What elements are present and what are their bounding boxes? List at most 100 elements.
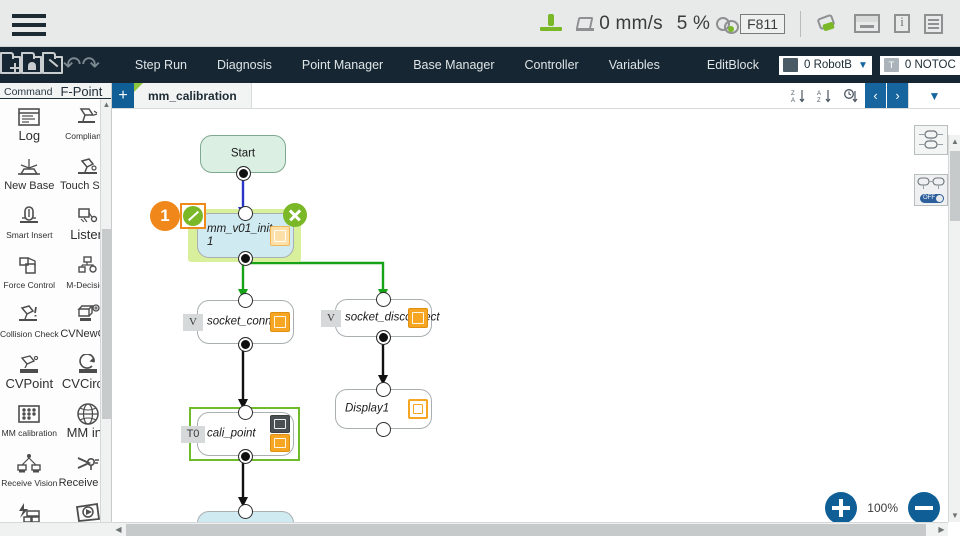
scroll-down-icon[interactable]: ▼ [949,509,960,522]
menu-base-manager[interactable]: Base Manager [398,58,509,72]
chevron-down-icon: ▼ [857,59,868,71]
zoom-out-icon[interactable] [908,492,940,524]
menu-step-run[interactable]: Step Run [120,58,202,72]
next-tab-button[interactable]: › [886,83,908,108]
smart-insert-icon [14,202,44,230]
menu-variables[interactable]: Variables [594,58,675,72]
status-divider [800,10,801,37]
toggle-off-label[interactable]: OFF [920,194,944,203]
info-button[interactable] [887,0,917,47]
scroll-left-icon[interactable]: ◀ [112,523,125,536]
node-input-port[interactable] [238,205,253,221]
edit-pencil-badge-icon[interactable] [180,203,206,229]
zoom-controls: 100% [825,492,940,524]
hamburger-menu-icon[interactable] [12,14,46,36]
align-vertical-button[interactable] [914,125,948,155]
node-mm-v01-init[interactable]: mm_v01_init 1 [197,205,294,266]
sidebar-item-collision-check[interactable]: Collision Check [0,301,59,351]
scrollbar-thumb[interactable] [126,524,926,536]
node-input-port[interactable] [238,292,253,308]
scrollbar-thumb[interactable] [102,229,111,419]
node-start[interactable]: Start [200,135,286,181]
mm-init-globe-icon [73,400,103,428]
node-display1[interactable]: Display1 [335,381,432,437]
tool-status[interactable] [809,0,847,47]
scroll-up-icon[interactable]: ▲ [101,99,111,111]
close-badge-icon[interactable] [283,203,307,227]
align-horizontal-toggle-button[interactable]: OFF [914,174,948,206]
svg-text:Z: Z [791,91,795,97]
sort-recent-icon[interactable] [838,83,864,108]
zoom-in-icon[interactable] [825,492,858,524]
toolbar-right-group: EditBlock 0 RobotB ▼ T 0 NOTOC ▼ Display [695,55,960,75]
sidebar-item-receive-vision[interactable]: Receive Vision [0,450,59,500]
tool-badge-icon: T [883,58,899,72]
node-cali-point[interactable]: T0 cali_point [181,404,294,464]
base-select[interactable]: 0 RobotB ▼ [779,55,872,75]
menu-point-manager[interactable]: Point Manager [287,58,398,72]
robot-home-status[interactable] [533,0,569,47]
tool-select[interactable]: T 0 NOTOC ▼ [879,55,960,75]
scrollbar-thumb[interactable] [950,151,960,221]
node-label: cali_point [207,427,256,440]
menu-diagnosis[interactable]: Diagnosis [202,58,287,72]
node-output-port[interactable] [376,421,391,437]
display-node-icon [408,399,428,419]
add-tab-button[interactable]: + [112,83,134,108]
node-output-port[interactable] [238,448,253,464]
node-input-port[interactable] [376,381,391,397]
node-output-port[interactable] [235,165,251,181]
sidebar-item-force-control[interactable]: Force Control [0,252,59,302]
open-project-button[interactable] [21,47,42,83]
undo-button[interactable]: ↶ [63,47,81,83]
force-control-icon [14,252,44,280]
redo-button[interactable]: ↷ [81,47,99,83]
node-socket-connect[interactable]: V socket_connect [183,292,294,352]
scroll-up-icon[interactable]: ▲ [949,135,960,148]
flowchart-canvas[interactable]: Start mm_v01_init 1 1 V socket_connect V… [112,109,960,536]
tab-list-dropdown[interactable]: ▼ [908,83,960,108]
sidebar-item-log[interactable]: Log [0,103,59,153]
info-icon [894,14,910,33]
receive-vision-icon [14,450,44,478]
node-input-port[interactable] [238,404,253,420]
node-output-port[interactable] [376,329,391,345]
menu-controller[interactable]: Controller [510,58,594,72]
sidebar-tabs: Command F-Point [0,83,111,99]
node-output-port[interactable] [238,250,253,266]
node-badge-v: V [321,310,341,327]
node-input-port[interactable] [376,291,391,307]
canvas-horizontal-scrollbar[interactable]: ◀ ▶ [112,522,948,536]
frame-badge[interactable]: F811 [740,13,785,34]
sidebar-tab-command[interactable]: Command [0,86,56,98]
receive-viz-icon [73,450,103,478]
log-button[interactable] [917,0,950,47]
cv-new-object-icon [73,301,103,329]
point-teach-icon [270,415,290,433]
sidebar-item-smart-insert[interactable]: Smart Insert [0,202,59,252]
step-number-badge: 1 [150,201,180,231]
keyboard-button[interactable] [847,0,887,47]
svg-text:Z: Z [817,98,821,104]
node-socket-disconnect[interactable]: V socket_disconnect [321,291,440,345]
edit-project-button[interactable] [42,47,63,83]
canvas-vertical-scrollbar[interactable]: ▲ ▼ [948,135,960,522]
sidebar-item-new-base[interactable]: New Base [0,153,59,203]
tab-mm-calibration[interactable]: mm_calibration [134,83,252,108]
m-decision-icon [73,252,103,280]
sort-descending-icon[interactable]: ZA [786,83,812,108]
sort-ascending-icon[interactable]: AZ [812,83,838,108]
prev-tab-button[interactable]: ‹ [864,83,886,108]
sidebar-item-cvpoint[interactable]: CVPoint [0,351,59,401]
sidebar-tab-f-point[interactable]: F-Point [56,85,106,98]
scroll-right-icon[interactable]: ▶ [935,523,948,536]
node-input-port[interactable] [238,503,253,519]
base-select-value: 0 RobotB [804,59,852,71]
listen-icon [73,202,103,230]
sidebar-item-mm-calibration[interactable]: MM calibration [0,400,59,450]
node-label: Display1 [345,402,390,415]
socket-node-icon [270,312,290,332]
node-output-port[interactable] [238,336,253,352]
new-project-button[interactable] [0,47,21,83]
sidebar-scrollbar[interactable]: ▲ ▼ [100,99,111,536]
